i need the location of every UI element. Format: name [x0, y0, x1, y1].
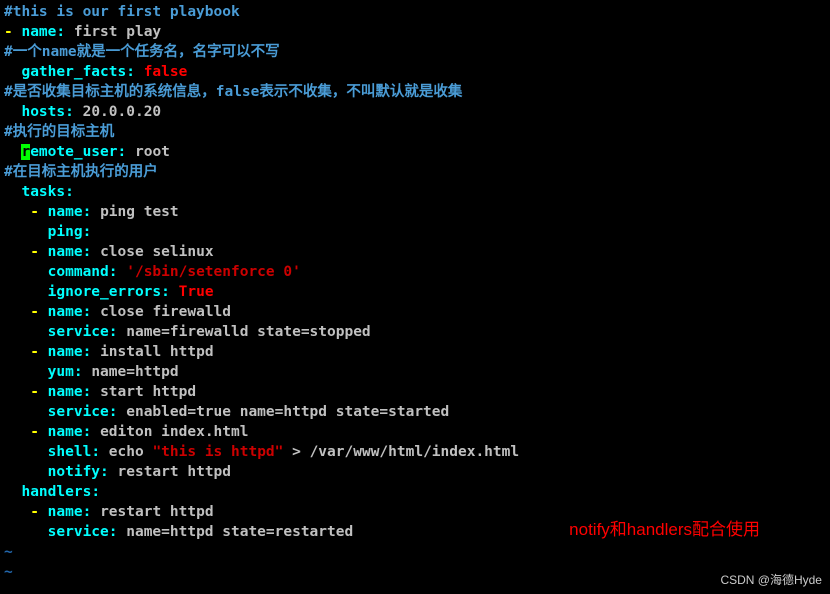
comment-line: #是否收集目标主机的系统信息，false表示不收集，不叫默认就是收集 — [4, 82, 826, 102]
task-install-yum: yum: name=httpd — [4, 362, 826, 382]
comment-line: #执行的目标主机 — [4, 122, 826, 142]
hosts-line: hosts: 20.0.0.20 — [4, 102, 826, 122]
empty-line-tilde: ~ — [4, 542, 826, 562]
task-notify: notify: restart httpd — [4, 462, 826, 482]
gather-facts: gather_facts: false — [4, 62, 826, 82]
remote-user-line: remote_user: root — [4, 142, 826, 162]
task-selinux-command: command: '/sbin/setenforce 0' — [4, 262, 826, 282]
comment-line: #在目标主机执行的用户 — [4, 162, 826, 182]
handlers-line: handlers: — [4, 482, 826, 502]
task-install-name: - name: install httpd — [4, 342, 826, 362]
task-firewalld-name: - name: close firewalld — [4, 302, 826, 322]
task-ping-name: - name: ping test — [4, 202, 826, 222]
task-start-name: - name: start httpd — [4, 382, 826, 402]
task-edit-shell: shell: echo "this is httpd" > /var/www/h… — [4, 442, 826, 462]
handler-name: - name: restart httpd — [4, 502, 826, 522]
terminal-editor[interactable]: #this is our first playbook - name: firs… — [4, 2, 826, 582]
watermark-text: CSDN @海德Hyde — [720, 570, 822, 590]
comment-line: #一个name就是一个任务名，名字可以不写 — [4, 42, 826, 62]
comment-line: #this is our first playbook — [4, 2, 826, 22]
task-selinux-name: - name: close selinux — [4, 242, 826, 262]
cursor: r — [21, 144, 30, 160]
task-firewalld-service: service: name=firewalld state=stopped — [4, 322, 826, 342]
playbook-name: - name: first play — [4, 22, 826, 42]
tasks-line: tasks: — [4, 182, 826, 202]
task-selinux-ignore: ignore_errors: True — [4, 282, 826, 302]
task-start-service: service: enabled=true name=httpd state=s… — [4, 402, 826, 422]
task-edit-name: - name: editon index.html — [4, 422, 826, 442]
annotation-text: notify和handlers配合使用 — [569, 520, 760, 540]
task-ping-module: ping: — [4, 222, 826, 242]
empty-line-tilde: ~ — [4, 562, 826, 582]
